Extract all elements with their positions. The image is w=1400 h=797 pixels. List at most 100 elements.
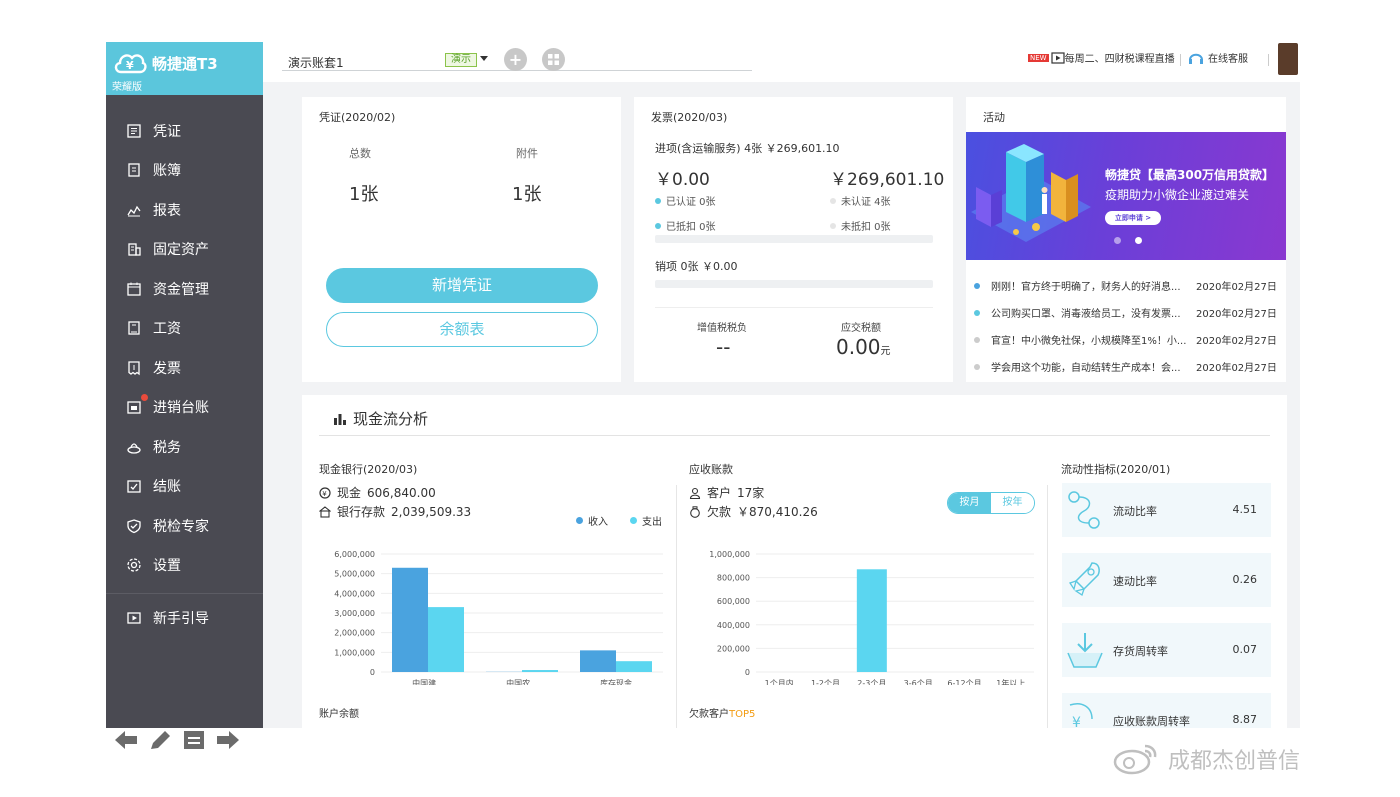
inventory-turnover-card[interactable]: 存货周转率 0.07: [1062, 623, 1271, 677]
watermark-text: 成都杰创普信: [1168, 749, 1301, 774]
sidebar-item-guide[interactable]: 新手引导: [106, 598, 263, 638]
tax-icon: [127, 443, 141, 454]
input-invoice-summary[interactable]: 进项(含运输服务) 4张 ￥269,601.10: [655, 140, 840, 156]
banner-apply-button[interactable]: 立即申请 >: [1105, 211, 1161, 225]
cashflow-header: 现金流分析: [333, 408, 428, 429]
promo-banner[interactable]: 畅捷贷【最高300万信用贷款】 疫期助力小微企业渡过难关 立即申请 >: [966, 132, 1286, 260]
pencil-icon[interactable]: [147, 728, 173, 752]
news-item[interactable]: 官宣！中小微免社保，小规模降至1%！小... 2020年02月27日: [974, 332, 1284, 347]
current-ratio-card[interactable]: 流动比率 4.51: [1062, 483, 1271, 537]
y-tick-label: 4,000,000: [334, 589, 375, 598]
pager-dot-active[interactable]: [1135, 237, 1142, 244]
sidebar-item-label: 账簿: [153, 163, 181, 180]
account-balance-title: 账户余额: [319, 709, 359, 720]
status-dot: [655, 222, 661, 229]
sales-progress-bar: [655, 280, 933, 288]
news-dot: [974, 336, 980, 343]
bank-icon: [319, 505, 331, 518]
banner-pager: [1114, 237, 1142, 244]
news-item[interactable]: 学会用这个功能，自动结转生产成本！会... 2020年02月27日: [974, 359, 1284, 374]
bar: [856, 569, 887, 672]
sidebar-divider: [106, 593, 263, 594]
app-name: 畅捷通T3: [152, 55, 218, 73]
deducted-label: 已抵扣 0张: [666, 222, 716, 233]
video-icon: [1050, 51, 1065, 64]
weibo-watermark: 成都杰创普信: [1112, 742, 1300, 776]
quick-ratio-card[interactable]: 速动比率 0.26: [1062, 553, 1271, 607]
y-tick-label: 800,000: [717, 574, 750, 583]
pager-dot[interactable]: [1114, 237, 1121, 244]
sales-invoice-summary[interactable]: 销项 0张 ￥0.00: [655, 258, 737, 274]
rocket-icon: [1068, 562, 1100, 597]
headset-icon: [1189, 53, 1203, 64]
add-icon[interactable]: +: [504, 48, 527, 71]
sidebar-item-salary[interactable]: 工资: [106, 309, 263, 349]
account-selector[interactable]: 演示账套1: [288, 54, 344, 71]
grid-icon[interactable]: [542, 48, 565, 71]
sidebar-item-inventory[interactable]: 进销台账: [106, 388, 263, 428]
bank-section-title: 现金银行(2020/03): [319, 463, 418, 476]
gear-icon: [127, 558, 141, 572]
new-badge: NEW: [1028, 53, 1049, 62]
input-progress-bar: [655, 235, 933, 243]
balance-sheet-button[interactable]: 余额表: [326, 312, 598, 347]
user-avatar[interactable]: [1278, 43, 1298, 75]
x-tick-label: 1年以上: [996, 678, 1025, 685]
weibo-logo-icon: [1113, 744, 1157, 775]
news-item[interactable]: 公司购买口罩、消毒液给员工，没有发票... 2020年02月27日: [974, 305, 1284, 320]
sidebar-item-ledger[interactable]: 账簿: [106, 151, 263, 191]
sidebar-item-fixed-assets[interactable]: 固定资产: [106, 230, 263, 270]
ratio-label: 速动比率: [1113, 575, 1157, 588]
svg-text:¥: ¥: [322, 489, 327, 497]
voucher-attach-value[interactable]: 1张: [512, 180, 541, 206]
chevron-down-icon[interactable]: [480, 56, 488, 61]
sidebar-item-tax-expert[interactable]: 税检专家: [106, 506, 263, 546]
sidebar-item-report[interactable]: 报表: [106, 190, 263, 230]
sidebar-item-label: 结账: [153, 479, 181, 496]
course-label: 每周二、四财税课程直播: [1064, 54, 1175, 65]
sidebar-item-tax[interactable]: 税务: [106, 427, 263, 467]
invoice-card: 发票(2020/03) 进项(含运输服务) 4张 ￥269,601.10 ￥0.…: [634, 97, 953, 382]
arrow-right-icon[interactable]: [215, 728, 241, 752]
top-debtors-highlight: TOP5: [729, 709, 756, 720]
owed-row: 欠款 ￥870,410.26: [689, 503, 818, 520]
divider: [319, 435, 1270, 436]
brand-header: ¥ 畅捷通T3 荣耀版: [106, 42, 263, 95]
sidebar-item-close-books[interactable]: 结账: [106, 467, 263, 507]
toggle-by-year[interactable]: 按年: [991, 493, 1034, 513]
receivable-turnover-card[interactable]: ¥ 应收账款周转率 8.87: [1062, 693, 1271, 731]
online-service-link[interactable]: 在线客服: [1188, 50, 1248, 65]
grid-glyph: [548, 54, 559, 65]
bar: [522, 670, 558, 672]
sidebar-item-label: 资金管理: [153, 281, 209, 298]
cloud-logo-icon: ¥: [114, 54, 147, 74]
sidebar-item-label: 税检专家: [153, 518, 209, 535]
inventory-turnover-icon: [1067, 633, 1103, 668]
money-bag-icon: [690, 505, 700, 518]
top-separator: [1180, 54, 1181, 66]
vat-burden-value: --: [716, 335, 731, 359]
status-dot: [830, 222, 836, 229]
note-icon[interactable]: [181, 728, 207, 752]
demo-badge: 演示: [445, 53, 477, 67]
course-live-link[interactable]: NEW 每周二、四财税课程直播: [1028, 50, 1175, 65]
new-voucher-button[interactable]: 新增凭证: [326, 268, 598, 303]
sidebar-item-funds[interactable]: 资金管理: [106, 269, 263, 309]
sidebar-item-voucher[interactable]: 凭证: [106, 111, 263, 151]
sidebar-item-invoice[interactable]: 发票: [106, 348, 263, 388]
bar: [392, 567, 428, 672]
y-tick-label: 600,000: [717, 597, 750, 606]
sidebar-item-label: 新手引导: [153, 610, 209, 627]
voucher-total-value[interactable]: 1张: [349, 180, 378, 206]
calendar-icon: [127, 282, 141, 296]
toggle-by-month[interactable]: 按月: [948, 493, 991, 513]
sidebar-item-settings[interactable]: 设置: [106, 546, 263, 586]
y-tick-label: 0: [370, 668, 375, 677]
x-tick-label: 1个月内: [765, 678, 794, 685]
news-item[interactable]: 刚刚！官方终于明确了，财务人的好消息... 2020年02月27日: [974, 278, 1284, 293]
left-amount: ￥0.00: [655, 170, 710, 190]
arrow-left-icon[interactable]: [113, 728, 139, 752]
undeducted-label: 未抵扣 0张: [841, 222, 891, 233]
legend-expense: 支出: [630, 513, 662, 528]
sidebar-item-label: 税务: [153, 439, 181, 456]
